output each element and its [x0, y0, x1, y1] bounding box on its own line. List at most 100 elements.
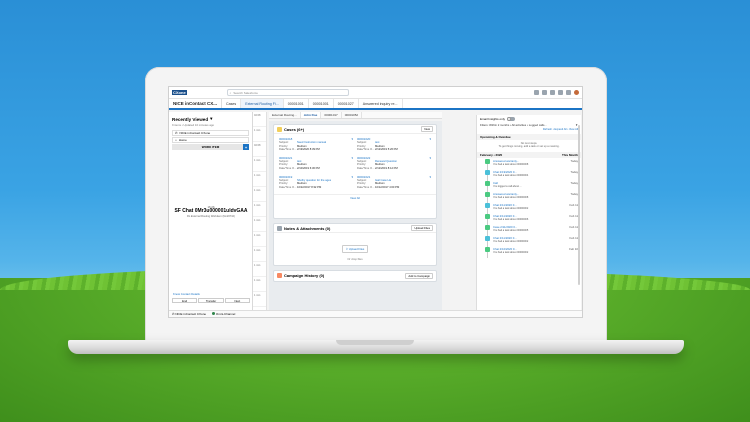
nav-tab-case-1[interactable]: 00001001 [284, 99, 309, 108]
search-icon: ⌕ [229, 90, 232, 95]
global-search[interactable]: ⌕ Search Salesforce [226, 89, 349, 96]
row-menu-icon[interactable]: ▾ [351, 137, 353, 141]
row-menu-icon[interactable]: ▾ [351, 156, 353, 160]
activity-item[interactable]: Chat 2/10/2020 0... Feb 10 You had a task … [477, 246, 581, 258]
subtab-case-2[interactable]: 00001052 [342, 112, 363, 118]
case-field-value: 2/10/2019 6:30 PM [297, 166, 320, 170]
activity-links[interactable]: Refresh • Expand All • View All [477, 127, 581, 132]
online-status-icon [212, 312, 216, 315]
list-item[interactable]: ⌂ Home [172, 137, 249, 143]
case-field-label: Date/Time O... [357, 148, 375, 152]
activity-item[interactable]: Chat 2/19/2020 0... Today You had a task a… [477, 169, 581, 181]
row-menu-icon[interactable]: ▾ [351, 175, 353, 179]
app-nav-bar: NICE inContact CX... Cases External Rout… [169, 99, 582, 110]
utility-omni-channel[interactable]: Omni-Channel [212, 312, 235, 316]
case-field-value: 2/12/2019 8:12 PM [375, 166, 398, 170]
case-item[interactable]: 00001019 ▾ Subject: Shelby question for the… [277, 174, 355, 193]
activity-date: Today [570, 192, 578, 196]
activity-item[interactable]: Case 2/11/2020 0... Feb 11 You had a task … [477, 224, 581, 236]
case-field-label: Date/Time O... [279, 166, 297, 170]
work-item-bar: WORK ITEM + [172, 144, 249, 150]
view-all-cases-link[interactable]: View All [274, 194, 436, 201]
utility-bar: ✆ NICE inContact CXone Omni-Channel [169, 310, 582, 317]
case-item[interactable]: 00001022 ▾ Subject: Renewal Question Priorit… [355, 155, 433, 174]
new-case-button[interactable]: New [421, 126, 433, 132]
activity-description: You had a task about 00000008 [493, 196, 529, 199]
case-field-value: 2/12/2019 5:26 PM [375, 148, 398, 152]
nav-tab-external-routing[interactable]: External Routing Fi... [241, 99, 284, 108]
end-button[interactable]: End [172, 298, 198, 303]
global-header: CXone ⌕ Search Salesforce [169, 87, 582, 99]
help-icon[interactable] [550, 90, 555, 95]
case-field-label: Date/Time O... [279, 148, 297, 152]
user-avatar[interactable] [574, 90, 579, 95]
nav-tab-answered[interactable]: Answered inquiry re... [359, 99, 403, 108]
case-field-value: 2/19/2020 8:39 PM [297, 148, 320, 152]
list-item[interactable]: ✆ NICE inContact CXone [172, 130, 249, 136]
case-field-label: Date/Time O... [357, 185, 375, 189]
case-field-label: Date/Time O... [357, 166, 375, 170]
upload-files-dropzone-button[interactable]: ⇪ Upload Files [341, 245, 369, 253]
chat-work-item[interactable]: 16:26 SF Chat 0Mr3u000001uldvGAA RL Exte… [172, 205, 250, 218]
nav-tab-case-2[interactable]: 00001001 [309, 99, 334, 108]
add-icon[interactable] [542, 90, 547, 95]
case-item[interactable]: 00001021 ▾ Subject: Gail Case Ha Priority: Me… [355, 174, 433, 193]
activity-description: You had a task about 00000002 [493, 207, 529, 210]
add-work-item-button[interactable]: + [243, 144, 249, 150]
transfer-button[interactable]: Transfer [198, 298, 224, 303]
timeline-line [487, 252, 488, 258]
row-menu-icon[interactable]: ▾ [429, 175, 431, 179]
activity-description: You had a task about 00000008 [493, 163, 529, 166]
activity-item[interactable]: Answered warranty... Today You had a task … [477, 158, 581, 170]
case-icon [277, 126, 282, 132]
subtab-external-routing[interactable]: External Routing... [269, 112, 301, 118]
laptop-screen: CXone ⌕ Search Salesforce NICE inContact … [168, 86, 583, 318]
notes-attachments-card: Notes & Attachments (0) Upload Files ⇪ Up… [273, 223, 437, 266]
activity-date: Today [570, 170, 578, 174]
case-item[interactable]: 00001021 ▾ Subject: test Priority: Medium Date… [277, 155, 355, 174]
case-field-row: Date/Time O... 2/12/2019 8:12 PM [357, 167, 431, 171]
nav-tab-case-3[interactable]: 00001027 [334, 99, 359, 108]
case-field-value: 10/22/2017 8:32 PM [297, 185, 322, 189]
subtab-case-1[interactable]: 00001017 [321, 112, 342, 118]
activity-date: Feb 11 [569, 236, 579, 240]
chevron-down-icon: ▾ [210, 116, 213, 121]
subtab-contact[interactable]: John Doe [300, 112, 322, 118]
notifications-bell-icon[interactable] [566, 90, 571, 95]
activity-item[interactable]: Call Today You logged a call about ... [477, 180, 581, 192]
cxone-logo: CXone [172, 90, 187, 95]
upload-files-button[interactable]: Upload Files [411, 225, 433, 231]
contact-details-link[interactable]: Know Contact Details [173, 292, 253, 296]
drop-files-hint: Or drop files [347, 257, 363, 261]
setup-gear-icon[interactable] [558, 90, 563, 95]
activity-item[interactable]: Chat 2/11/2020 0... Feb 11 You had a task … [477, 235, 581, 247]
utility-cxone[interactable]: ✆ NICE inContact CXone [172, 312, 206, 316]
case-item[interactable]: 00001018 ▾ Subject: Need Instruction manual… [277, 136, 355, 155]
favorites-icon[interactable] [534, 90, 539, 95]
activity-item[interactable]: Chat 2/11/2020 0... Feb 11 You had a task … [477, 202, 581, 214]
activity-scrollbar[interactable] [578, 125, 580, 285]
email-insights-toggle[interactable] [507, 117, 516, 121]
recently-viewed-title[interactable]: Recently Viewed ▾ [172, 116, 249, 122]
campaign-icon [277, 273, 282, 278]
next-button[interactable]: Next [224, 298, 250, 303]
timer-column: 02:08 1 min 02:08 1 min 1 min 1 min 1 min 1 … [253, 112, 267, 312]
activity-description: You logged a call about ... [493, 185, 522, 188]
case-field-label: Date/Time O... [279, 185, 297, 189]
add-to-campaign-button[interactable]: Add to Campaign [405, 272, 433, 279]
nav-tab-cases[interactable]: Cases [222, 99, 242, 108]
recently-viewed-panel: Recently Viewed ▾ 9 items • Updated 10 mi… [169, 112, 253, 312]
activity-filters: Filters: Within 2 months • All activitie… [480, 123, 547, 127]
phone-icon: ✆ [175, 131, 178, 135]
activity-description: You had a task about 00000002 [493, 251, 529, 254]
row-menu-icon[interactable]: ▾ [429, 156, 431, 160]
row-menu-icon[interactable]: ▾ [429, 137, 431, 141]
case-field-row: Date/Time O... 10/12/2017 4:00 PM [357, 186, 431, 190]
activity-item[interactable]: Chat 2/11/2020 0... Feb 11 You had a task … [477, 213, 581, 225]
activity-item[interactable]: Answered warranty... Today You had a task … [477, 191, 581, 203]
app-name[interactable]: NICE inContact CX... [169, 99, 223, 108]
activity-date: Feb 10 [569, 247, 578, 251]
case-item[interactable]: 00001020 ▾ Subject: test Priority: Medium Date… [355, 136, 433, 155]
case-field-value: 10/12/2017 4:00 PM [375, 185, 400, 189]
activity-description: You had a task about 00000005 [493, 229, 529, 232]
